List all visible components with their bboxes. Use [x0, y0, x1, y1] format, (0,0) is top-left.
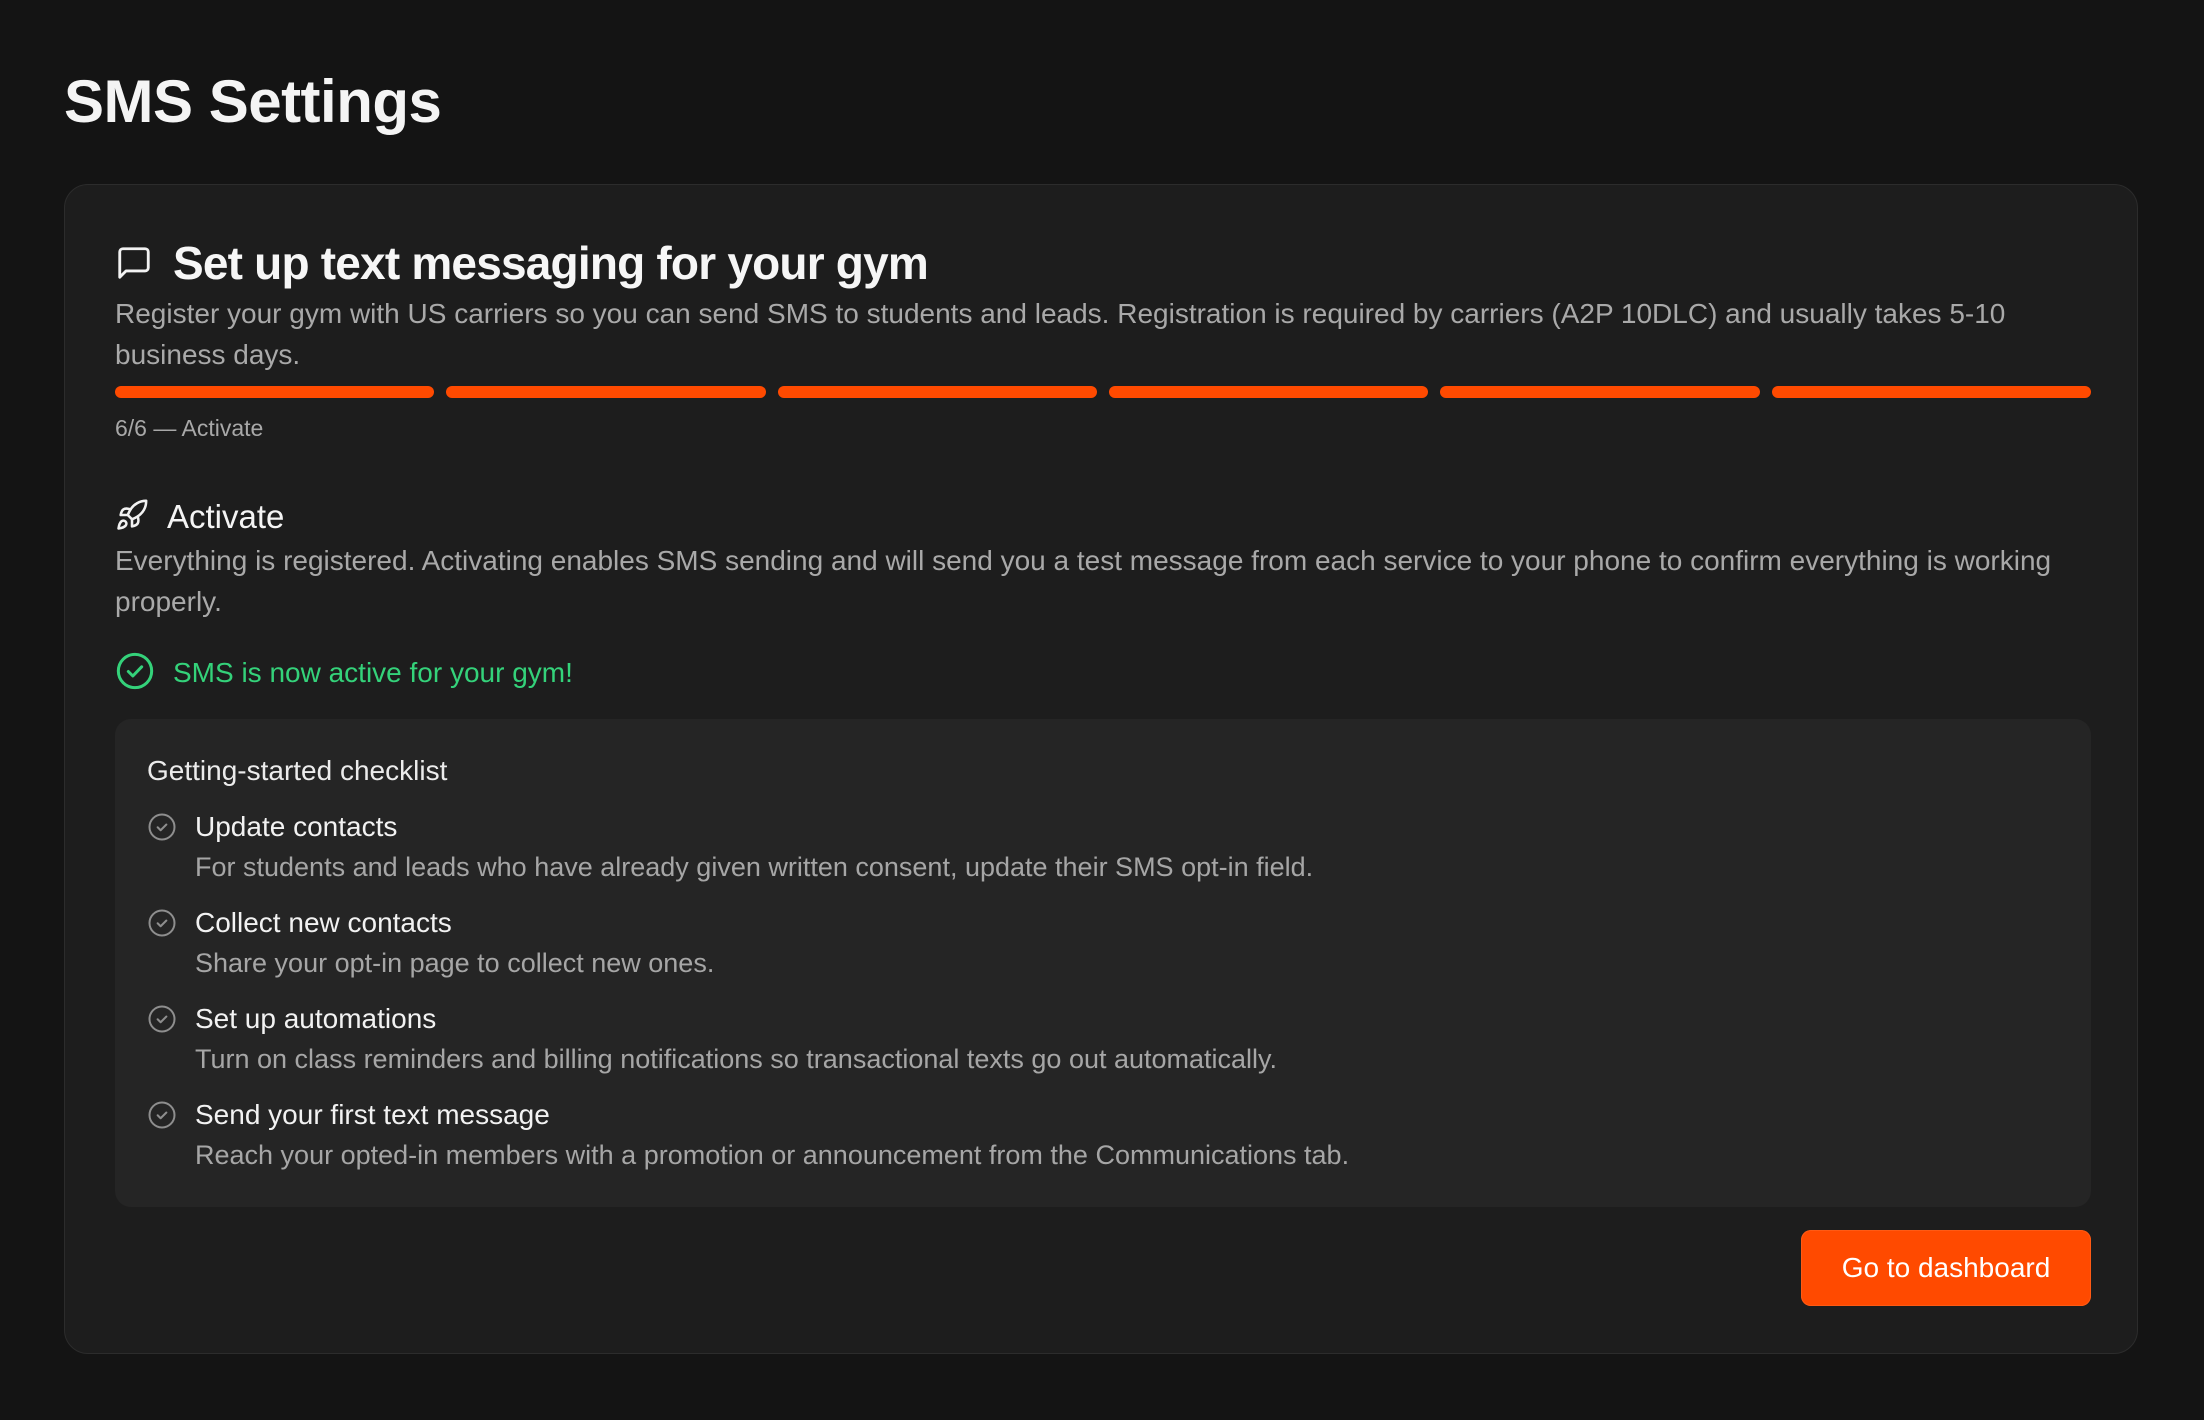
card-description: Register your gym with US carriers so yo…: [115, 298, 2006, 370]
checklist-item-description: Turn on class reminders and billing noti…: [195, 1044, 1278, 1074]
circle-check-icon: [147, 908, 177, 943]
checklist-item-description: Share your opt-in page to collect new on…: [195, 948, 715, 978]
rocket-icon: [115, 498, 149, 537]
section-header: Activate: [115, 495, 284, 539]
checklist-item-title: Set up automations: [195, 1003, 437, 1034]
checklist-item-title: Update contacts: [195, 811, 398, 842]
section-title: Activate: [167, 498, 285, 535]
message-square-icon: [115, 244, 153, 282]
status-text: SMS is now active for your gym!: [173, 657, 573, 688]
card-title: Set up text messaging for your gym: [173, 237, 929, 289]
progress-segment: [1108, 386, 1429, 398]
circle-check-icon: [147, 1004, 177, 1039]
check-circle-icon: [115, 651, 155, 696]
checklist-item-description: For students and leads who have already …: [195, 852, 1314, 882]
sms-setup-card: Set up text messaging for your gym Regis…: [64, 184, 2138, 1354]
progress-segment: [777, 386, 1097, 398]
checklist-title: Getting-started checklist: [147, 755, 448, 786]
page-title: SMS Settings: [64, 68, 442, 135]
progress-segment: [1440, 386, 1760, 398]
checklist-item-title: Collect new contacts: [195, 907, 452, 938]
progress-segment: [115, 386, 435, 398]
checklist-item-description: Reach your opted-in members with a promo…: [195, 1140, 1350, 1170]
progress-segment: [446, 386, 766, 398]
card-header: Set up text messaging for your gym: [115, 231, 929, 295]
getting-started-checklist: Getting-started checklist Update contact…: [115, 719, 2091, 1207]
step-progress-label: 6/6 — Activate: [115, 415, 264, 441]
checklist-item-title: Send your first text message: [195, 1099, 550, 1130]
section-description: Everything is registered. Activating ena…: [115, 545, 2052, 617]
go-to-dashboard-button[interactable]: Go to dashboard: [1801, 1230, 2091, 1306]
step-progress-bar: [115, 386, 2091, 398]
progress-segment: [1771, 386, 2091, 398]
circle-check-icon: [147, 1100, 177, 1135]
sms-active-status: SMS is now active for your gym!: [115, 651, 573, 696]
circle-check-icon: [147, 812, 177, 847]
